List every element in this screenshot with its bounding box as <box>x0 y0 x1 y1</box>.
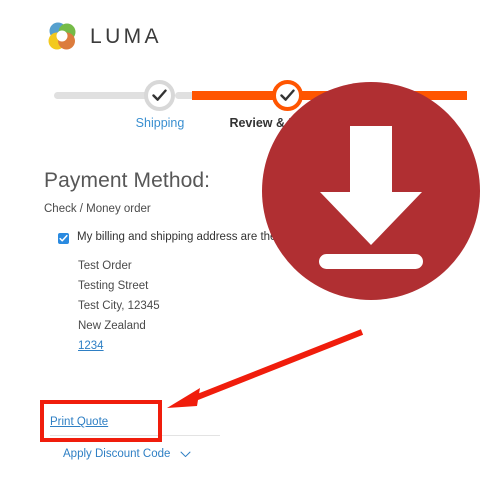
luma-circles-logo-icon[interactable] <box>46 20 78 52</box>
apply-discount-code-label: Apply Discount Code <box>63 448 171 460</box>
step-review-payments-marker[interactable] <box>272 80 303 111</box>
step-label-shipping[interactable]: Shipping <box>115 115 205 131</box>
step-shipping-marker[interactable] <box>144 80 175 111</box>
billing-same-checkbox[interactable] <box>58 233 69 244</box>
address-line: Testing Street <box>78 280 149 292</box>
apply-discount-code-row[interactable]: Apply Discount Code <box>63 448 191 460</box>
print-quote-row: Print Quote <box>50 412 220 430</box>
site-header: LUMA <box>46 20 162 52</box>
address-line: Test City, 12345 <box>78 300 160 312</box>
print-quote-link[interactable]: Print Quote <box>50 416 108 429</box>
progress-fill-right <box>292 91 467 100</box>
check-icon <box>280 88 295 103</box>
footer-divider <box>50 435 220 436</box>
address-phone-link[interactable]: 1234 <box>78 336 160 356</box>
step-label-review-payments[interactable]: Review & Payments <box>226 115 351 131</box>
address-line: New Zealand <box>78 320 146 332</box>
chevron-down-icon[interactable] <box>180 451 191 458</box>
check-icon <box>152 88 167 103</box>
address-line: Test Order <box>78 260 132 272</box>
checkout-progress-bar: Shipping Review & Payments <box>44 80 467 131</box>
progress-track-left <box>54 92 149 99</box>
billing-address-same-row[interactable]: My billing and shipping address are the … <box>58 231 358 245</box>
page-title: Payment Method: <box>44 169 211 193</box>
payment-method-name: Check / Money order <box>44 203 151 215</box>
checkout-page: LUMA Shipping Review & Payments Payment … <box>0 0 500 500</box>
brand-wordmark[interactable]: LUMA <box>90 26 162 47</box>
billing-address-block: Test Order Testing Street Test City, 123… <box>78 256 160 356</box>
billing-same-label: My billing and shipping address are the … <box>77 231 308 243</box>
